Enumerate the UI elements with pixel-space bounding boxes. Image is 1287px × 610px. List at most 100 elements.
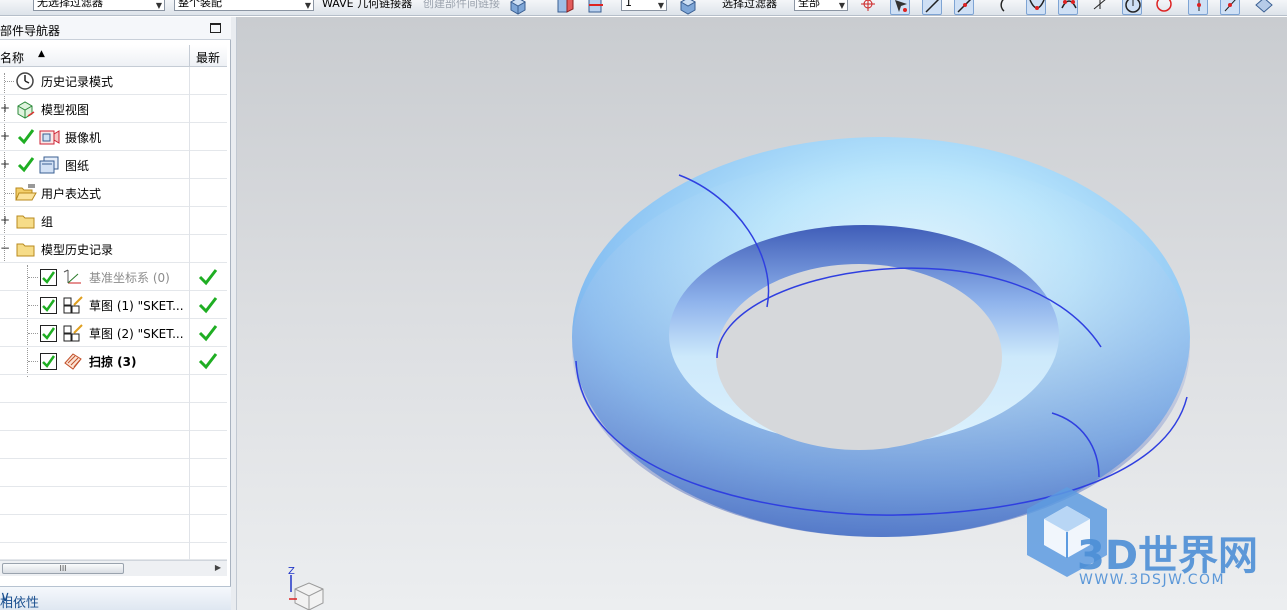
column-divider[interactable] — [189, 45, 190, 67]
expand-icon[interactable]: + — [0, 214, 10, 226]
snap-arc-icon[interactable] — [994, 0, 1014, 15]
snap-tangent-icon[interactable] — [1090, 0, 1110, 15]
selection-scope-value: 整个装配 — [178, 0, 222, 9]
tree-row-user-expressions[interactable]: 用户表达式 — [0, 179, 227, 207]
scrollbar-thumb[interactable]: III — [2, 563, 124, 574]
empty-row — [0, 375, 227, 403]
triad-z-label: Z — [288, 566, 295, 577]
view-section-icon[interactable] — [586, 0, 606, 15]
work-layer-combo[interactable]: 1 ▼ — [621, 0, 667, 11]
cube-icon[interactable] — [508, 0, 528, 15]
torus-hole — [716, 264, 1002, 450]
scroll-right-arrow-icon[interactable]: ▶ — [215, 563, 221, 572]
create-interpart-link-label[interactable]: 创建部件间链接 — [423, 0, 500, 11]
open-folder-icon — [14, 183, 37, 203]
empty-row — [0, 515, 227, 543]
column-divider — [189, 207, 190, 235]
tree-row-label: 草图 (2) "SKET... — [89, 327, 184, 341]
snap-intersection-icon[interactable] — [1058, 0, 1078, 15]
selection-filter-combo[interactable]: 无选择过滤器 ▼ — [33, 0, 165, 11]
tree-row-label: 扫掠 (3) — [89, 355, 137, 369]
tree-row-model-views[interactable]: + 模型视图 — [0, 95, 227, 123]
tree-row-label: 用户表达式 — [41, 187, 102, 201]
tree-row-label: 模型视图 — [41, 103, 90, 117]
chevron-down-icon: ▼ — [155, 1, 162, 10]
snap-point-on-surface-icon[interactable] — [1220, 0, 1240, 15]
latest-checkmark-icon — [198, 268, 218, 289]
bounded-plane-icon[interactable] — [1254, 0, 1274, 15]
tree-row-label: 图纸 — [65, 159, 90, 173]
sweep-icon — [62, 351, 82, 371]
type-filter-value: 全部 — [798, 0, 820, 9]
horizontal-scrollbar[interactable]: III ▶ — [0, 560, 227, 576]
snap-endpoint-icon[interactable] — [922, 0, 942, 15]
empty-row — [0, 459, 227, 487]
graphics-viewport[interactable]: Z 3D世界网 WWW.3DSJW.COM — [237, 17, 1287, 610]
layer-cube-icon[interactable] — [678, 0, 698, 15]
view-orient-icon[interactable] — [556, 0, 576, 15]
expand-icon[interactable]: + — [0, 158, 10, 170]
datum-csys-icon — [62, 267, 82, 287]
green-checkmark-icon — [16, 155, 36, 175]
snap-control-point-icon[interactable] — [1026, 0, 1046, 15]
column-divider — [189, 375, 190, 403]
column-divider — [189, 179, 190, 207]
snap-midpoint-icon[interactable] — [954, 0, 974, 15]
column-latest-header[interactable]: 最新 — [196, 49, 220, 66]
expand-icon[interactable]: + — [0, 130, 10, 142]
tree-row-label: 基准坐标系 (0) — [89, 271, 170, 285]
selection-filter-value: 无选择过滤器 — [37, 0, 103, 9]
tree-row-drawings[interactable]: + 图纸 — [0, 151, 227, 179]
chevron-down-icon: ▼ — [657, 1, 664, 10]
tree-row-sketch-2[interactable]: 草图 (2) "SKET... — [0, 319, 227, 347]
tree-row-cameras[interactable]: + 摄像机 — [0, 123, 227, 151]
visibility-checkbox[interactable] — [40, 269, 57, 286]
tree-row-label: 草图 (1) "SKET... — [89, 299, 184, 313]
latest-checkmark-icon — [198, 296, 218, 317]
column-name-header[interactable]: 名称 — [0, 49, 24, 66]
upgrade-filter-label: 选择过滤器 — [722, 0, 777, 10]
tree-row-sweep[interactable]: 扫掠 (3) — [0, 347, 227, 375]
sketch-icon — [62, 323, 83, 343]
empty-row — [0, 431, 227, 459]
tree-row-model-history[interactable]: − 模型历史记录 — [0, 235, 227, 263]
type-filter-combo[interactable]: 全部 ▼ — [794, 0, 848, 11]
folder-icon — [15, 211, 35, 231]
visibility-checkbox[interactable] — [40, 325, 57, 342]
visibility-checkbox[interactable] — [40, 297, 57, 314]
checkbox-checkmark-icon — [42, 327, 56, 340]
sort-ascending-icon[interactable]: ▲ — [38, 49, 45, 59]
selection-scope-combo[interactable]: 整个装配 ▼ — [174, 0, 314, 11]
snap-quadrant-icon[interactable] — [1154, 0, 1174, 15]
tree-row-sketch-1[interactable]: 草图 (1) "SKET... — [0, 291, 227, 319]
crosshair-icon[interactable] — [858, 0, 878, 15]
expand-icon[interactable]: + — [0, 102, 10, 114]
chevron-down-icon: ▼ — [304, 1, 311, 10]
tree-row-datum-csys[interactable]: 基准坐标系 (0) — [0, 263, 227, 291]
snap-point-on-curve-icon[interactable] — [1188, 0, 1208, 15]
visibility-checkbox[interactable] — [40, 353, 57, 370]
dependencies-panel-header[interactable]: 相依性 ∨ — [0, 586, 231, 610]
tree-row-history-mode[interactable]: 历史记录模式 — [0, 67, 227, 95]
snap-arc-center-icon[interactable] — [1122, 0, 1142, 15]
latest-checkmark-icon — [198, 324, 218, 345]
sketch-icon — [62, 295, 83, 315]
wave-link-label[interactable]: WAVE 几何链接器 — [322, 0, 412, 11]
torus-model[interactable]: Z 3D世界网 WWW.3DSJW.COM — [237, 17, 1287, 610]
restore-window-icon[interactable] — [210, 23, 221, 33]
tree-row-groups[interactable]: + 组 — [0, 207, 227, 235]
empty-row — [0, 487, 227, 515]
view-triad — [289, 575, 324, 610]
model-view-icon — [15, 99, 35, 119]
navigator-title-bar: 部件导航器 — [0, 17, 231, 40]
collapse-icon[interactable]: − — [0, 242, 10, 254]
snap-point-icon[interactable] — [890, 0, 910, 15]
column-divider — [189, 347, 190, 375]
tree-row-label: 组 — [41, 215, 54, 229]
column-divider — [189, 95, 190, 123]
checkbox-checkmark-icon — [42, 355, 56, 368]
camera-icon — [38, 127, 60, 147]
column-divider — [189, 123, 190, 151]
tree-row-label: 摄像机 — [65, 131, 102, 145]
chevron-down-icon[interactable]: ∨ — [0, 589, 222, 605]
